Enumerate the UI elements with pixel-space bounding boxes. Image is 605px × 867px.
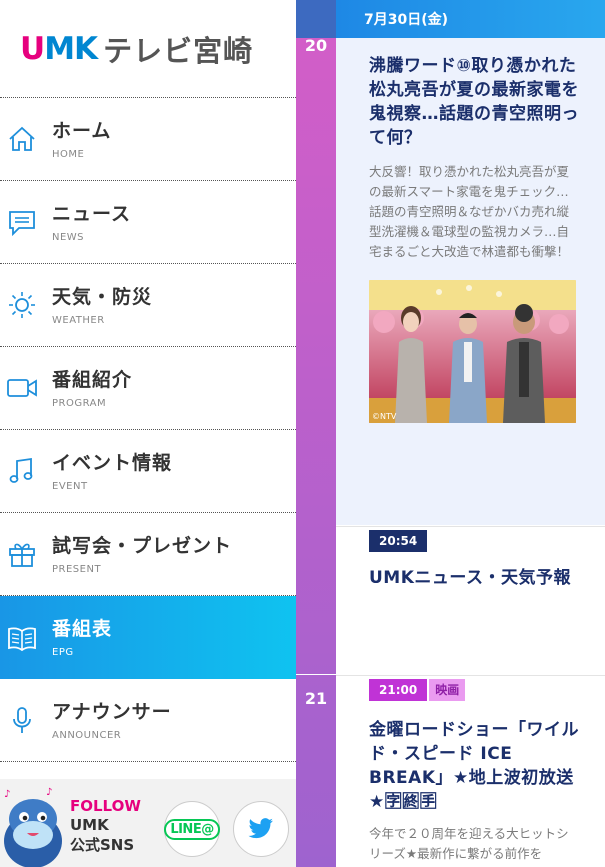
logo-mk: MK	[44, 30, 98, 67]
nav-label: 天気・防災	[52, 285, 153, 308]
program-title[interactable]: UMKニュース・天気予報	[369, 566, 581, 590]
umk-logo[interactable]: U MK テレビ宮崎	[0, 0, 296, 98]
program-genre-badge: 映画	[429, 679, 466, 701]
nav-label: イベント情報	[52, 451, 173, 474]
svg-text:♪: ♪	[4, 789, 10, 800]
line-button[interactable]: LINE@	[164, 801, 220, 857]
hour-divider	[296, 674, 336, 675]
program-description: 今年で２０周年を迎える大ヒットシリーズ★最新作に繋がる前作を	[369, 826, 569, 861]
program-card-feature[interactable]: 沸騰ワード⑩取り憑かれた松丸亮吾が夏の最新家電を鬼視察…話題の青空照明って何？ …	[336, 38, 605, 525]
date-label: 7月30日(金)	[336, 0, 605, 38]
logo-u: U	[20, 30, 45, 67]
date-header-corner	[296, 0, 336, 38]
nav-item-program[interactable]: 番組紹介 PROGRAM	[0, 347, 296, 430]
date-header: 7月30日(金)	[296, 0, 605, 38]
nav-item-epg[interactable]: 番組表 EPG	[0, 596, 296, 679]
nav-sublabel: PRESENT	[52, 563, 102, 575]
follow-text: FOLLOW UMK 公式SNS	[70, 797, 141, 855]
nav-item-weather[interactable]: 天気・防災 WEATHER	[0, 264, 296, 347]
line-icon: LINE@	[164, 818, 220, 840]
epg-panel: 7月30日(金) 20 21 沸騰ワード⑩取り憑かれた松丸亮吾が夏の最新家電を鬼…	[296, 0, 605, 867]
nav-label: 番組表	[52, 618, 113, 640]
image-credit: ©NTV	[372, 412, 397, 421]
nav-label: ニュース	[52, 202, 132, 225]
twitter-button[interactable]	[233, 801, 289, 857]
nav-sublabel: EVENT	[52, 480, 88, 492]
main-nav: ホーム HOME ニュース NEWS 天気・防災 WEATHER 番組紹介 PROGRA…	[0, 98, 296, 762]
nav-label: 番組紹介	[52, 368, 133, 391]
nav-sublabel: PROGRAM	[52, 397, 107, 409]
nav-item-present[interactable]: 試写会・プレゼント PRESENT	[0, 513, 296, 596]
program-title[interactable]: 沸騰ワード⑩取り憑かれた松丸亮吾が夏の最新家電を鬼視察…話題の青空照明って何？	[369, 54, 581, 150]
program-thumbnail[interactable]: ©NTV	[369, 280, 576, 423]
music-note-icon	[6, 455, 38, 487]
svg-text:♪: ♪	[46, 787, 52, 798]
nav-label: 試写会・プレゼント	[52, 534, 233, 557]
nav-sublabel: NEWS	[52, 231, 85, 243]
program-card-news[interactable]: 20:54 UMKニュース・天気予報	[336, 526, 605, 674]
nav-label: ホーム	[52, 119, 112, 142]
program-title[interactable]: 金曜ロードショー「ワイルド・スピード ICE BREAK」★地上波初放送★🈑🈡🈐	[369, 718, 581, 814]
news-icon	[6, 206, 38, 238]
twitter-icon	[248, 818, 273, 839]
nav-sublabel: HOME	[52, 148, 85, 160]
logo-japanese: テレビ宮崎	[103, 33, 254, 68]
nav-sublabel: ANNOUNCER	[52, 729, 122, 741]
mascot-image: ♪ ♪	[0, 783, 66, 867]
nav-item-news[interactable]: ニュース NEWS	[0, 181, 296, 264]
nav-item-home[interactable]: ホーム HOME	[0, 98, 296, 181]
program-time-badge: 20:54	[369, 530, 428, 552]
book-icon	[6, 622, 38, 654]
follow-sns: 公式SNS	[70, 836, 135, 854]
program-description: 大反響！取り憑かれた松丸亮吾が夏の最新スマート家電を鬼チェック…話題の青空照明＆…	[369, 164, 570, 259]
nav-item-event[interactable]: イベント情報 EVENT	[0, 430, 296, 513]
program-time-row: 21:00 映画	[369, 679, 581, 701]
program-time-badge: 21:00	[369, 679, 428, 701]
follow-umk: UMK	[70, 816, 109, 834]
gift-icon	[6, 538, 38, 570]
hour-label-20: 20	[304, 36, 328, 55]
page-root: U MK テレビ宮崎 ホーム HOME ニュース NEWS 天気・防災 WEAT…	[0, 0, 605, 867]
hour-column	[296, 38, 336, 867]
video-camera-icon	[6, 372, 38, 404]
nav-item-announcer[interactable]: アナウンサー ANNOUNCER	[0, 679, 296, 762]
follow-label: FOLLOW	[70, 797, 141, 815]
nav-sublabel: WEATHER	[52, 314, 105, 326]
nav-sublabel: EPG	[52, 647, 74, 658]
sidebar: U MK テレビ宮崎 ホーム HOME ニュース NEWS 天気・防災 WEAT…	[0, 0, 296, 867]
microphone-icon	[6, 704, 38, 736]
hour-label-21: 21	[304, 689, 328, 708]
sun-icon	[6, 289, 38, 321]
program-time-row: 20:54	[369, 530, 581, 552]
program-card-movie[interactable]: 21:00 映画 金曜ロードショー「ワイルド・スピード ICE BREAK」★地…	[336, 675, 605, 867]
logo-umk-text: U MK	[20, 30, 98, 67]
nav-label: アナウンサー	[52, 700, 172, 723]
home-icon	[6, 123, 38, 155]
sns-follow-section: ♪ ♪ FOLLOW UMK 公式SNS LINE@	[0, 779, 296, 867]
